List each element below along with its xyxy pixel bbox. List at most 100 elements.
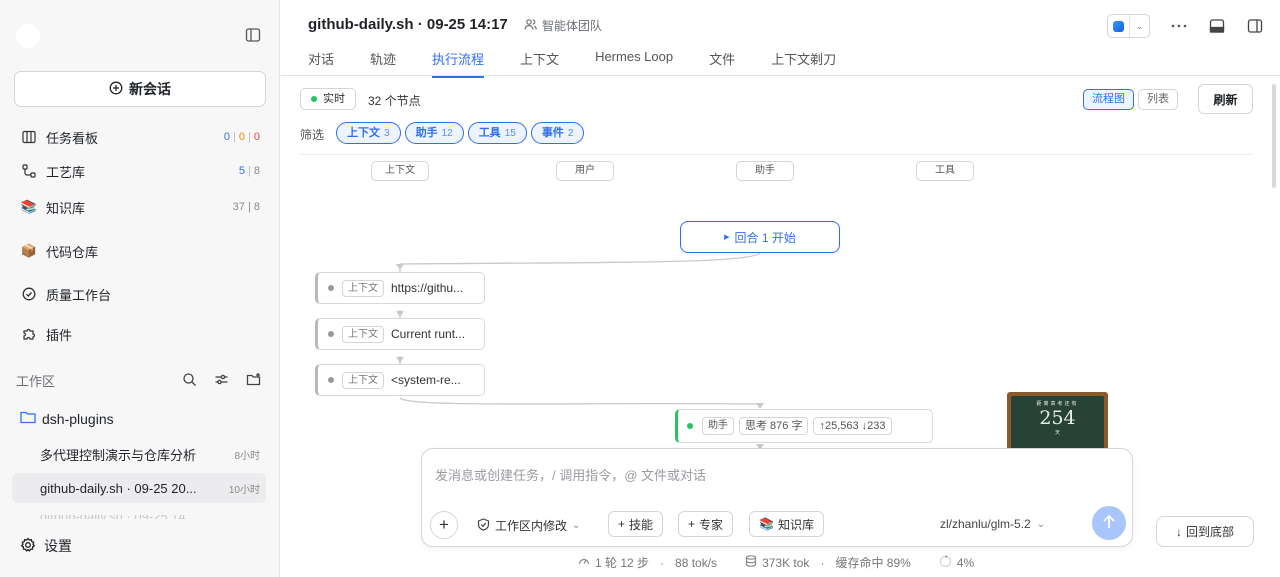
node-type-tag: 助手 xyxy=(702,417,734,435)
filter-chip-event[interactable]: 事件 2 xyxy=(530,122,585,144)
session-item-active[interactable]: github-daily.sh · 09-25 20... 10小时 xyxy=(12,473,266,503)
gauge-icon xyxy=(578,555,590,570)
live-status-badge[interactable]: 实时 xyxy=(300,88,356,110)
context-node[interactable]: 上下文 https://githu... xyxy=(315,272,485,304)
assistant-node[interactable]: 助手 思考 876 字 ↑25,563 ↓233 xyxy=(675,409,933,443)
tab-chat[interactable]: 对话 xyxy=(308,49,334,78)
node-text: <system-re... xyxy=(391,373,461,387)
chip-label: 上下文 xyxy=(347,127,380,139)
node-type-tag: 上下文 xyxy=(342,371,384,389)
count-orange: 0 xyxy=(238,131,246,143)
token-tag: ↑25,563 ↓233 xyxy=(813,417,892,435)
lane-header-context: 上下文 xyxy=(371,161,429,181)
session-item[interactable]: 多代理控制演示与仓库分析 8小时 xyxy=(12,439,266,469)
tokens-per-second: 88 tok/s xyxy=(675,555,718,570)
lane-header-user: 用户 xyxy=(556,161,614,181)
tab-trajectory[interactable]: 轨迹 xyxy=(370,49,396,78)
filter-chip-assistant[interactable]: 助手 12 xyxy=(404,122,464,144)
model-select[interactable]: zl/zhanlu/glm-5.2 ⌄ xyxy=(940,517,1045,531)
sidebar-item-label: 插件 xyxy=(46,327,73,343)
app-logo xyxy=(16,24,40,48)
round-start-label: 回合 1 开始 xyxy=(734,230,796,245)
refresh-button[interactable]: 刷新 xyxy=(1198,84,1253,114)
expert-button[interactable]: + 专家 xyxy=(678,511,734,537)
plus-icon: + xyxy=(688,517,696,531)
context-node[interactable]: 上下文 Current runt... xyxy=(315,318,485,350)
node-text: Current runt... xyxy=(391,327,466,341)
sidebar-item-knowledge[interactable]: 📚 知识库 37 | 8 xyxy=(20,193,260,221)
node-type-tag: 上下文 xyxy=(342,279,384,297)
settings-label: 设置 xyxy=(44,538,72,554)
context-usage: 4% xyxy=(939,555,974,571)
status-dot xyxy=(328,331,334,337)
view-flow-button[interactable]: 流程图 xyxy=(1083,89,1134,110)
columns-icon xyxy=(20,128,38,146)
tab-context-razor[interactable]: 上下文剃刀 xyxy=(771,49,836,78)
sidebar-item-craft-library[interactable]: 工艺库 5 | 8 xyxy=(20,157,260,185)
new-chat-button[interactable]: 新会话 xyxy=(14,71,266,107)
chip-label: 工具 xyxy=(478,127,501,139)
divider xyxy=(300,154,1252,155)
progress-ring-icon xyxy=(939,555,952,571)
expert-label: 专家 xyxy=(699,517,724,532)
attach-button[interactable]: + xyxy=(430,511,458,539)
sidebar-item-code-repo[interactable]: 📦 代码仓库 xyxy=(20,237,260,265)
team-label[interactable]: 智能体团队 xyxy=(524,17,602,34)
context-node[interactable]: 上下文 <system-re... xyxy=(315,364,485,396)
chevron-down-icon: ⌄ xyxy=(572,520,581,531)
edit-mode-select[interactable]: 工作区内修改 ⌄ xyxy=(477,517,580,534)
session-title: github-daily.sh · 09-25 14... xyxy=(40,515,260,519)
app-icon xyxy=(1108,15,1130,37)
countdown-unit: 天 xyxy=(1054,430,1060,436)
search-icon[interactable] xyxy=(182,372,198,388)
back-to-bottom-button[interactable]: ↓ 回到底部 xyxy=(1156,516,1254,547)
books-icon: 📚 xyxy=(759,517,774,531)
filter-chip-tool[interactable]: 工具 15 xyxy=(467,122,527,144)
status-dot xyxy=(328,285,334,291)
database-icon xyxy=(745,555,757,570)
chip-label: 事件 xyxy=(541,127,564,139)
sidebar-item-plugins[interactable]: 插件 xyxy=(20,320,260,348)
node-count: 32 个节点 xyxy=(368,94,421,108)
sidebar-item-quality[interactable]: 质量工作台 xyxy=(20,280,260,308)
scrollbar[interactable] xyxy=(1272,84,1276,188)
node-text: https://githu... xyxy=(391,281,464,295)
sidebar-item-label: 任务看板 xyxy=(46,130,99,146)
send-button[interactable] xyxy=(1092,506,1126,540)
filter-chip-context[interactable]: 上下文 3 xyxy=(336,122,401,144)
right-panel-icon[interactable] xyxy=(1246,17,1264,35)
tab-context[interactable]: 上下文 xyxy=(520,49,559,78)
round-start-node[interactable]: ▶ 回合 1 开始 xyxy=(680,221,840,253)
sidebar-item-label: 质量工作台 xyxy=(46,287,112,303)
tab-execution-flow[interactable]: 执行流程 xyxy=(432,49,485,78)
count-blue: 0 xyxy=(223,131,231,143)
sidebar-item-task-board[interactable]: 任务看板 0 | 0 | 0 xyxy=(20,123,260,151)
header-actions: ⌄ xyxy=(1107,14,1264,38)
sidebar-toggle-icon[interactable] xyxy=(245,27,261,43)
status-dot xyxy=(687,423,693,429)
new-folder-icon[interactable] xyxy=(246,372,262,388)
sidebar-item-label: 代码仓库 xyxy=(46,244,99,260)
tab-files[interactable]: 文件 xyxy=(709,49,735,78)
settings-button[interactable]: 设置 xyxy=(20,536,72,556)
count-gray: 8 xyxy=(253,165,260,177)
skill-button[interactable]: + 技能 xyxy=(608,511,664,537)
puzzle-icon xyxy=(20,325,38,343)
knowledge-label: 知识库 xyxy=(777,517,814,532)
model-name: zl/zhanlu/glm-5.2 xyxy=(940,517,1031,531)
chip-count: 2 xyxy=(567,128,574,139)
bottom-panel-icon[interactable] xyxy=(1208,17,1226,35)
plus-icon: + xyxy=(439,515,449,534)
message-input[interactable]: 发消息或创建任务，/ 调用指令，@ 文件或对话 xyxy=(435,465,706,484)
tab-hermes-loop[interactable]: Hermes Loop xyxy=(595,49,673,78)
view-list-button[interactable]: 列表 xyxy=(1138,89,1178,110)
folder-dsh-plugins[interactable]: dsh-plugins xyxy=(20,410,114,427)
more-icon[interactable] xyxy=(1170,17,1188,35)
session-item[interactable]: github-daily.sh · 09-25 14... xyxy=(12,515,266,523)
session-title: github-daily.sh · 09-25 14:17 xyxy=(308,16,508,33)
knowledge-button[interactable]: 📚 知识库 xyxy=(749,511,824,537)
workspace-tools xyxy=(182,372,262,388)
view-toggle: 流程图 列表 xyxy=(1083,89,1178,110)
sliders-icon[interactable] xyxy=(214,372,230,388)
app-switcher[interactable]: ⌄ xyxy=(1107,14,1150,38)
